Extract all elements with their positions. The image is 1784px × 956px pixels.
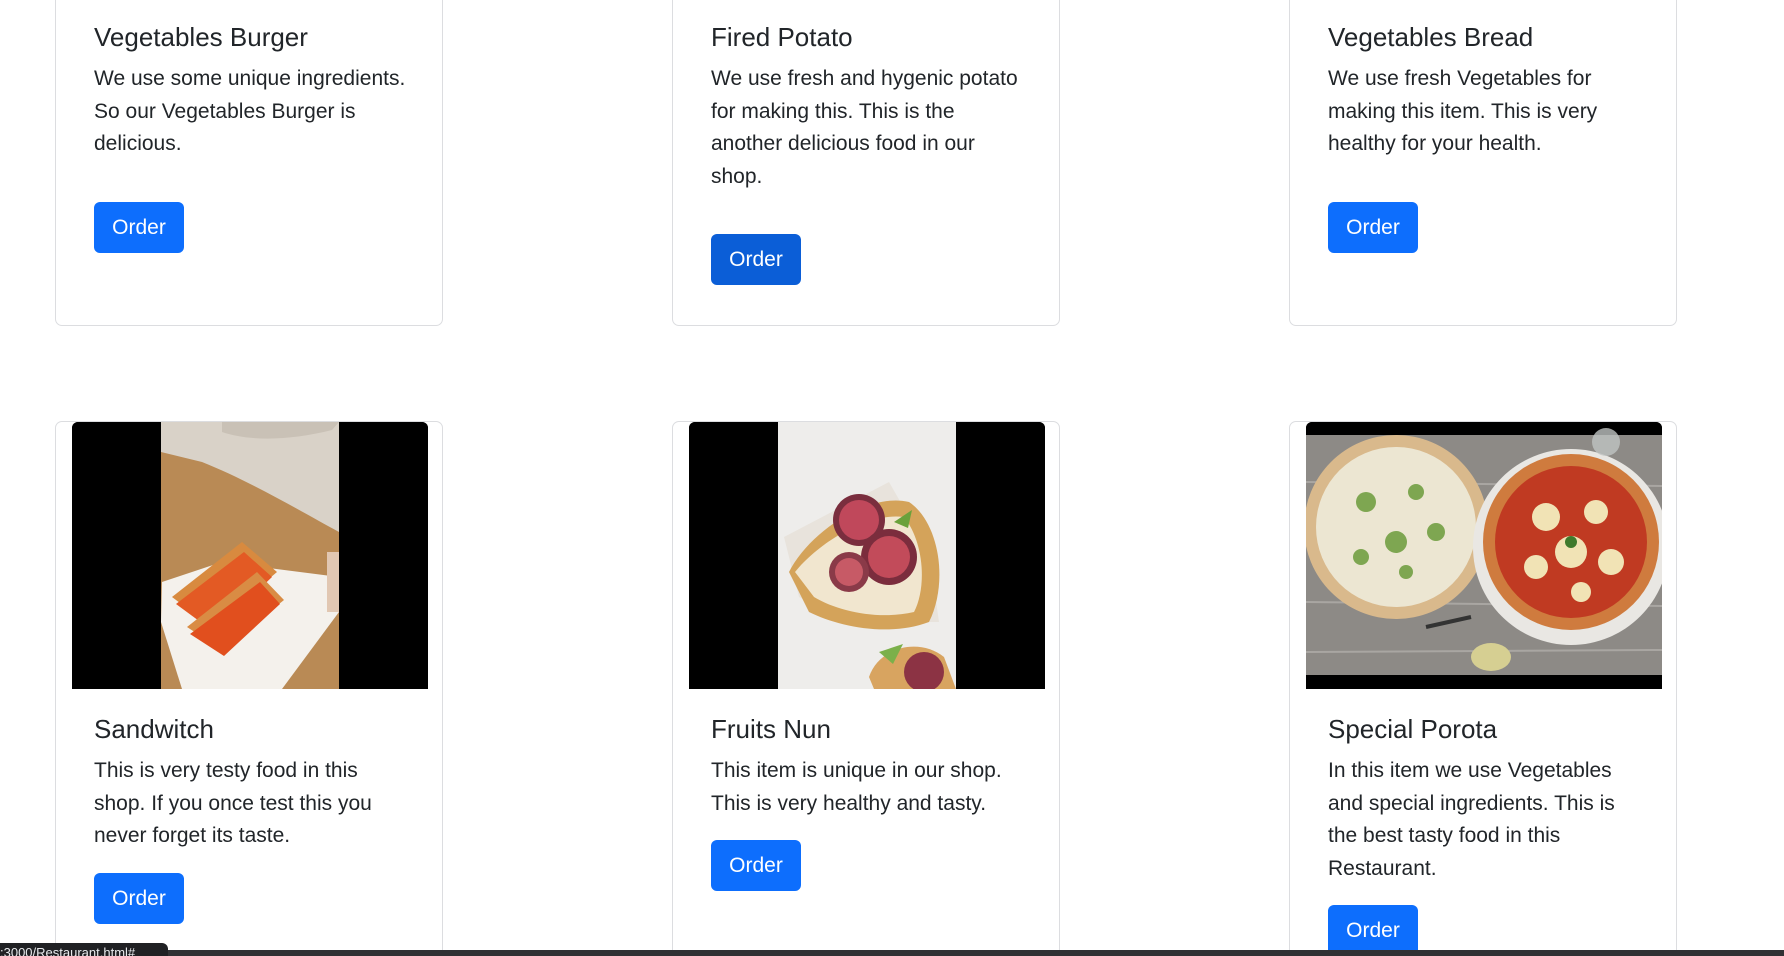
menu-card: Vegetables Burger We use some unique ing… [55,0,443,326]
card-text: This item is unique in our shop. This is… [711,759,1002,815]
order-button[interactable]: Order [94,202,184,253]
menu-card: Special Porota In this item we use Veget… [1289,421,1677,956]
menu-card: Fruits Nun This item is unique in our sh… [672,421,1060,956]
card-title: Special Porota [1328,714,1498,744]
sandwich-image [72,422,428,689]
card-title: Fruits Nun [711,714,831,744]
pizza-image [1306,422,1662,689]
card-text: We use fresh and hygenic potato for maki… [711,67,1018,188]
order-button[interactable]: Order [711,234,801,285]
order-button[interactable]: Order [1328,905,1418,956]
card-text: In this item we use Vegetables and speci… [1328,759,1615,880]
browser-bottom-strip [0,950,1784,956]
menu-page: Vegetables Burger We use some unique ing… [0,0,1784,956]
card-title: Fired Potato [711,22,853,52]
card-text: We use fresh Vegetables for making this … [1328,67,1598,155]
card-title: Sandwitch [94,714,214,744]
menu-card: Sandwitch This is very testy food in thi… [55,421,443,956]
card-title: Vegetables Burger [94,22,308,52]
order-button[interactable]: Order [94,873,184,924]
order-button[interactable]: Order [711,840,801,891]
status-bar-url: :3000/Restaurant.html# [0,943,168,956]
fig-bread-image [689,422,1045,689]
card-title: Vegetables Bread [1328,22,1534,52]
card-text: This is very testy food in this shop. If… [94,759,372,847]
menu-card: Vegetables Bread We use fresh Vegetables… [1289,0,1677,326]
menu-card: Fired Potato We use fresh and hygenic po… [672,0,1060,326]
order-button[interactable]: Order [1328,202,1418,253]
card-text: We use some unique ingredients. So our V… [94,67,406,155]
